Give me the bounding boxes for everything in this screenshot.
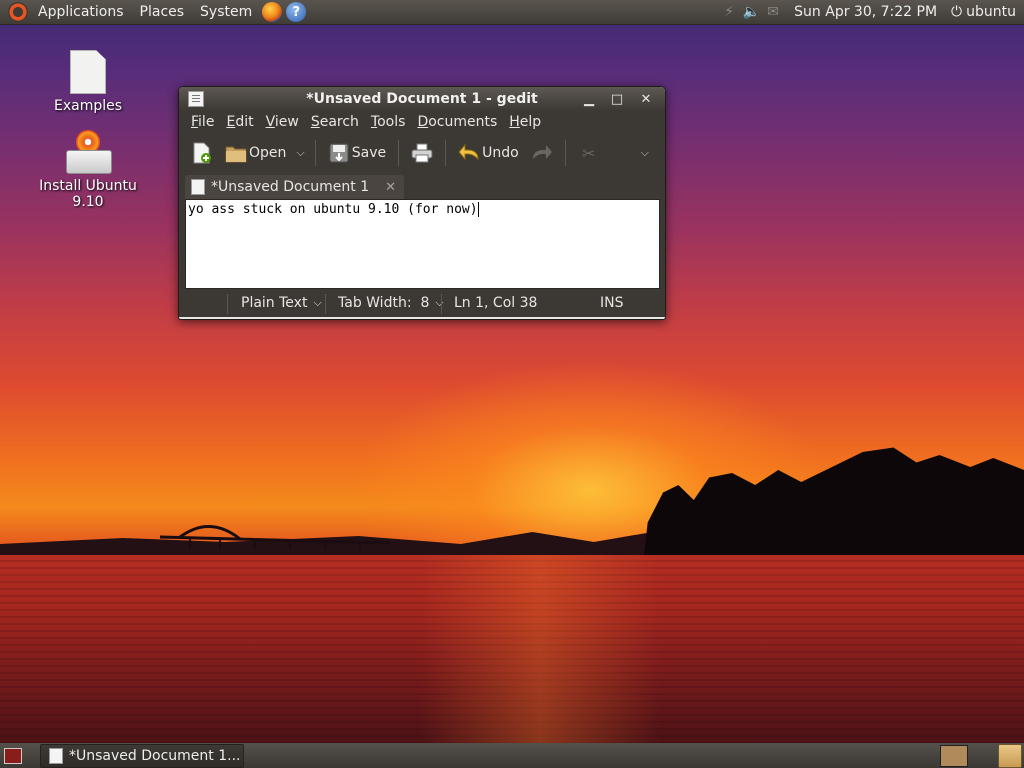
toolbar: Open ⌵ Save Undo ✂ ⌵ — [179, 133, 665, 173]
menu-documents[interactable]: Documents — [411, 114, 503, 130]
language-label: Plain Text — [241, 295, 308, 311]
tab-label: *Unsaved Document 1 — [211, 179, 370, 195]
network-disconnected-icon[interactable]: ⚡ — [718, 0, 740, 24]
cursor-position: Ln 1, Col 38 — [454, 295, 538, 311]
new-button[interactable] — [185, 138, 219, 168]
toolbar-overflow-dropdown[interactable]: ⌵ — [637, 146, 653, 160]
save-icon — [328, 142, 350, 164]
save-label: Save — [351, 145, 387, 161]
open-button[interactable]: Open — [219, 138, 292, 168]
desktop-icon-examples[interactable]: Examples — [23, 50, 153, 114]
document-icon — [191, 179, 205, 195]
system-menu[interactable]: System — [192, 0, 260, 24]
status-separator — [441, 294, 442, 314]
print-button[interactable] — [405, 138, 439, 168]
help-launcher-icon[interactable]: ? — [286, 2, 307, 22]
taskbar-label: *Unsaved Document 1... — [69, 747, 241, 764]
status-bar: Plain Text ⌵ Tab Width: 8 ⌵ Ln 1, Col 38… — [179, 291, 665, 317]
redo-icon — [531, 142, 553, 164]
status-separator — [227, 294, 228, 314]
open-recent-dropdown[interactable]: ⌵ — [292, 146, 308, 160]
top-panel: Applications Places System ? ⚡ 🔈 ✉ Sun A… — [0, 0, 1024, 24]
document-tabbar: *Unsaved Document 1 ✕ — [179, 173, 665, 199]
menu-edit[interactable]: Edit — [220, 114, 259, 130]
toolbar-separator — [564, 140, 566, 166]
user-switcher[interactable]: ⏻ ubuntu — [947, 4, 1024, 20]
new-document-icon — [191, 142, 213, 164]
undo-icon — [458, 142, 480, 164]
minimize-button[interactable]: ▁ — [579, 89, 599, 109]
insert-mode: INS — [600, 295, 624, 311]
firefox-launcher-icon[interactable] — [262, 2, 283, 22]
installer-icon — [64, 130, 112, 174]
bottom-panel: *Unsaved Document 1... — [0, 743, 1024, 768]
status-separator — [325, 294, 326, 314]
user-name: ubuntu — [966, 4, 1016, 20]
editor-text: yo ass stuck on ubuntu 9.10 (for now) — [188, 202, 478, 217]
window-titlebar[interactable]: *Unsaved Document 1 - gedit ▁ □ ✕ — [179, 87, 665, 111]
close-button[interactable]: ✕ — [636, 89, 656, 109]
menu-tools[interactable]: Tools — [365, 114, 412, 130]
cut-button[interactable]: ✂ — [572, 138, 606, 168]
volume-icon[interactable]: 🔈 — [740, 0, 762, 24]
desktop-icon-label: Examples — [53, 98, 123, 114]
open-folder-icon — [225, 142, 247, 164]
chevron-down-icon: ⌵ — [435, 296, 444, 309]
text-editor[interactable]: yo ass stuck on ubuntu 9.10 (for now) — [185, 199, 660, 289]
document-icon — [49, 747, 63, 764]
mail-icon[interactable]: ✉ — [762, 0, 784, 24]
toolbar-separator — [398, 140, 400, 166]
tab-unsaved-document-1[interactable]: *Unsaved Document 1 ✕ — [185, 175, 405, 199]
print-icon — [411, 142, 433, 164]
undo-button[interactable]: Undo — [452, 138, 525, 168]
desktop-icon-label: Install Ubuntu 9.10 — [39, 178, 137, 210]
tab-width-label: Tab Width: 8 — [338, 295, 430, 311]
editor-frame: yo ass stuck on ubuntu 9.10 (for now) — [179, 199, 665, 291]
menu-search[interactable]: Search — [305, 114, 365, 130]
ubuntu-logo-icon[interactable] — [8, 2, 28, 22]
save-button[interactable]: Save — [322, 138, 392, 168]
workspace-switcher[interactable] — [940, 744, 968, 767]
maximize-button[interactable]: □ — [607, 89, 627, 109]
text-cursor — [477, 202, 479, 217]
toolbar-separator — [314, 140, 316, 166]
menu-view[interactable]: View — [260, 114, 305, 130]
gedit-app-icon[interactable] — [188, 91, 204, 107]
clock[interactable]: Sun Apr 30, 7:22 PM — [784, 4, 947, 20]
harbour-bridge — [160, 525, 390, 550]
tab-width-selector[interactable]: Tab Width: 8 ⌵ — [338, 295, 444, 311]
undo-label: Undo — [482, 145, 519, 161]
trash-icon[interactable] — [998, 743, 1022, 768]
places-menu[interactable]: Places — [132, 0, 193, 24]
folder-document-icon — [70, 50, 106, 94]
toolbar-separator — [445, 140, 447, 166]
redo-button[interactable] — [525, 138, 559, 168]
power-icon: ⏻ — [951, 4, 963, 20]
taskbar-window-gedit[interactable]: *Unsaved Document 1... — [40, 743, 244, 768]
cut-icon: ✂ — [582, 143, 596, 163]
menu-bar: File Edit View Search Tools Documents He… — [179, 111, 665, 133]
gedit-window: *Unsaved Document 1 - gedit ▁ □ ✕ File E… — [178, 86, 666, 320]
tab-close-icon[interactable]: ✕ — [385, 180, 396, 195]
open-label: Open — [249, 145, 287, 161]
applications-menu[interactable]: Applications — [30, 0, 132, 24]
water-reflection — [420, 555, 660, 743]
menu-help[interactable]: Help — [503, 114, 547, 130]
menu-file[interactable]: File — [185, 114, 220, 130]
show-desktop-icon[interactable] — [4, 747, 22, 764]
desktop-icon-install-ubuntu[interactable]: Install Ubuntu 9.10 — [23, 130, 153, 210]
chevron-down-icon: ⌵ — [313, 296, 322, 309]
language-selector[interactable]: Plain Text ⌵ — [241, 295, 322, 311]
